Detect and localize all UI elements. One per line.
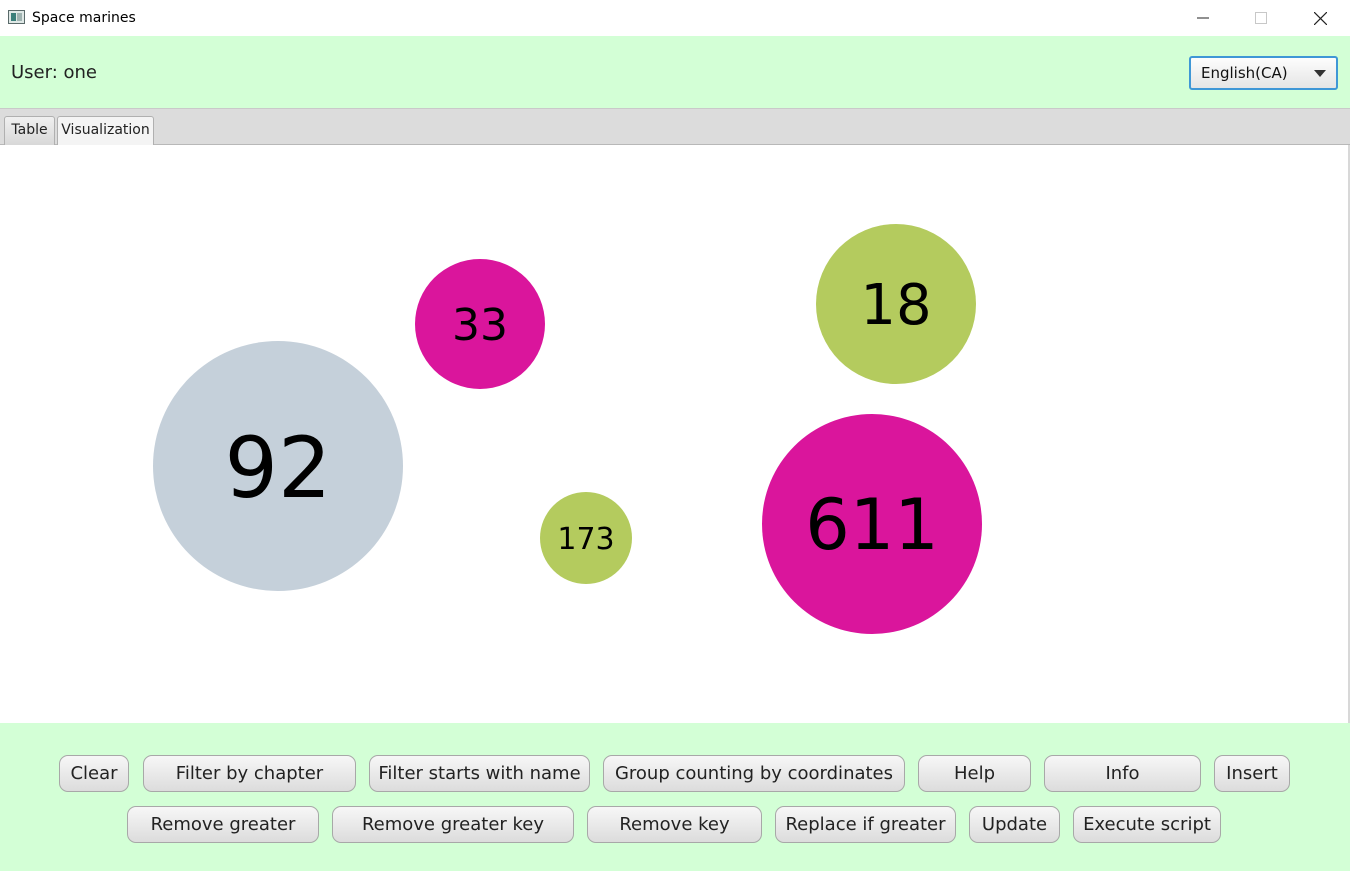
maximize-icon <box>1255 12 1267 24</box>
remove-greater-button[interactable]: Remove greater <box>127 806 319 843</box>
language-select-value: English(CA) <box>1201 64 1288 82</box>
circle-label: 18 <box>860 273 931 338</box>
remove-greater-key-button[interactable]: Remove greater key <box>332 806 574 843</box>
circle-label: 173 <box>557 522 614 557</box>
insert-button[interactable]: Insert <box>1214 755 1290 792</box>
object-circle-18[interactable]: 18 <box>816 224 976 384</box>
filter-by-chapter-button[interactable]: Filter by chapter <box>143 755 356 792</box>
circle-label: 611 <box>805 484 939 566</box>
clear-button[interactable]: Clear <box>59 755 129 792</box>
visualization-canvas: 92 33 18 173 611 <box>0 145 1350 723</box>
minimize-button[interactable] <box>1174 0 1232 36</box>
minimize-icon <box>1197 17 1209 19</box>
close-icon <box>1314 12 1327 25</box>
header-bar: User: one English(CA) <box>0 36 1350 108</box>
circle-label: 92 <box>225 419 332 517</box>
circle-label: 33 <box>452 300 508 351</box>
object-circle-611[interactable]: 611 <box>762 414 982 634</box>
app-icon <box>8 10 25 24</box>
tab-visualization[interactable]: Visualization <box>57 116 154 145</box>
object-circle-92[interactable]: 92 <box>153 341 403 591</box>
object-circle-33[interactable]: 33 <box>415 259 545 389</box>
command-panel: Clear Filter by chapter Filter starts wi… <box>0 723 1350 871</box>
language-select[interactable]: English(CA) <box>1189 56 1338 90</box>
help-button[interactable]: Help <box>918 755 1031 792</box>
title-bar: Space marines <box>0 0 1350 36</box>
update-button[interactable]: Update <box>969 806 1060 843</box>
group-counting-by-coordinates-button[interactable]: Group counting by coordinates <box>603 755 905 792</box>
chevron-down-icon <box>1314 70 1326 77</box>
maximize-button[interactable] <box>1232 0 1290 36</box>
replace-if-greater-button[interactable]: Replace if greater <box>775 806 956 843</box>
close-button[interactable] <box>1291 0 1349 36</box>
execute-script-button[interactable]: Execute script <box>1073 806 1221 843</box>
object-circle-173[interactable]: 173 <box>540 492 632 584</box>
user-label: User: one <box>11 62 97 83</box>
tab-bar: Table Visualization <box>0 108 1350 145</box>
info-button[interactable]: Info <box>1044 755 1201 792</box>
tab-table[interactable]: Table <box>4 116 55 145</box>
remove-key-button[interactable]: Remove key <box>587 806 762 843</box>
window-title: Space marines <box>32 10 136 26</box>
filter-starts-with-name-button[interactable]: Filter starts with name <box>369 755 590 792</box>
visualization-svg: 92 33 18 173 611 <box>153 224 982 634</box>
